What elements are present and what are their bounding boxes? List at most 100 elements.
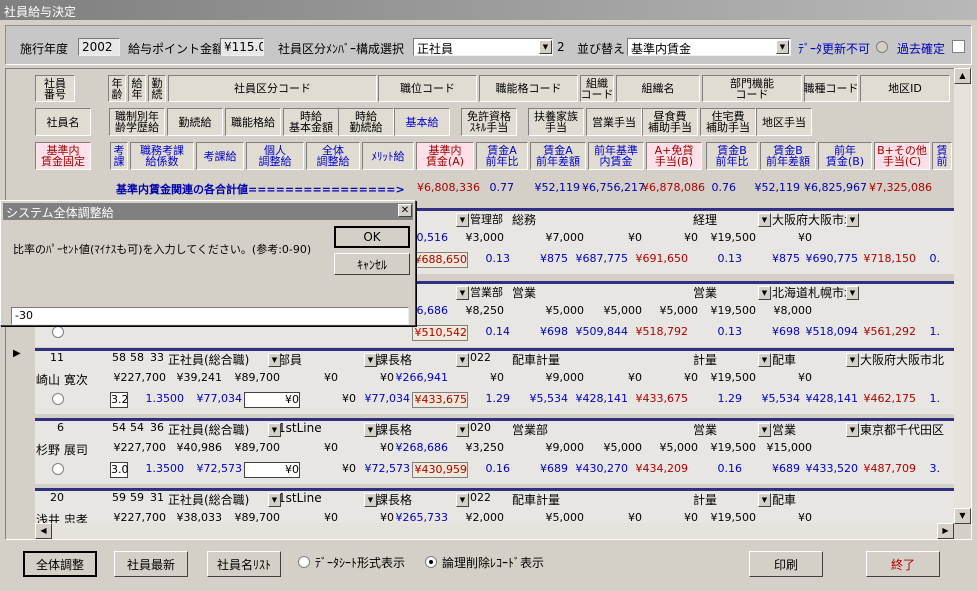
header2-12: 住宅費 補助手当: [700, 108, 756, 136]
record-field3-12: 1.29: [717, 392, 743, 405]
record-field3-3: ¥77,034: [196, 392, 243, 405]
noupdate-radio[interactable]: [876, 41, 888, 53]
dropdown-icon[interactable]: ▼: [758, 213, 771, 227]
record-field3-11: ¥433,675: [635, 392, 689, 405]
header3-4: 考課給: [196, 142, 244, 170]
vertical-scrollbar[interactable]: ▲ ▼: [954, 68, 971, 524]
member-label: 社員区分ﾒﾝﾊﾞｰ構成選択: [278, 42, 405, 56]
dropdown-icon[interactable]: ▼: [846, 423, 859, 437]
member-dropdown-icon[interactable]: ▼: [539, 40, 552, 54]
record-field2-13: ¥0: [798, 231, 812, 244]
record-field3-14: ¥433,520: [805, 462, 859, 475]
header-7: 職能格コード: [479, 75, 578, 102]
dropdown-icon[interactable]: ▼: [846, 286, 859, 300]
dropdown-icon[interactable]: ▼: [758, 286, 771, 300]
header3-6: 全体 調整給: [306, 142, 360, 170]
summary-value: ¥7,325,086: [869, 181, 932, 194]
dropdown-icon[interactable]: ▼: [456, 493, 469, 507]
record-field2-6: ¥0: [380, 441, 394, 454]
scroll-right-icon[interactable]: ▶: [937, 523, 954, 539]
record-field3-2: 1.3500: [145, 462, 185, 475]
dropdown-icon[interactable]: ▼: [364, 353, 377, 367]
dropdown-icon[interactable]: ▼: [268, 493, 281, 507]
dropdown-icon[interactable]: ▼: [758, 353, 771, 367]
cancel-button[interactable]: ｷｬﾝｾﾙ: [334, 253, 410, 275]
scroll-down-icon[interactable]: ▼: [954, 508, 971, 524]
record-field-11: 配車: [772, 493, 797, 507]
record-field3-5: ¥0: [342, 392, 356, 405]
record-field3-4[interactable]: ¥0: [244, 462, 300, 478]
dropdown-icon[interactable]: ▼: [268, 423, 281, 437]
record-field2-10: ¥0: [628, 231, 642, 244]
horizontal-scrollbar[interactable]: ◀ ▶: [35, 523, 954, 539]
summary-value: ¥6,756,217: [582, 181, 645, 194]
record-field-8: 022: [470, 351, 491, 364]
exit-button[interactable]: 終了: [866, 551, 940, 577]
refresh-button[interactable]: 社員最新: [114, 551, 188, 577]
record-field3-5: ¥0: [342, 462, 356, 475]
header3-7: ﾒﾘｯﾄ給: [362, 142, 414, 170]
dropdown-icon[interactable]: ▼: [456, 353, 469, 367]
sheet-radio[interactable]: [298, 556, 310, 568]
record-field3-1[interactable]: 3.0: [110, 462, 129, 478]
record-field3-15: ¥462,175: [863, 392, 917, 405]
dropdown-icon[interactable]: ▼: [364, 423, 377, 437]
record-radio[interactable]: [52, 326, 64, 338]
dropdown-icon[interactable]: ▼: [456, 213, 469, 227]
member-select[interactable]: 正社員: [413, 38, 553, 56]
dropdown-icon[interactable]: ▼: [364, 493, 377, 507]
ok-button[interactable]: OK: [334, 226, 410, 248]
scroll-up-icon[interactable]: ▲: [954, 68, 971, 84]
record-field-11: 北海道札幌市北: [772, 286, 857, 300]
record-field-8: 営業部: [470, 286, 503, 299]
header2-9: 扶養家族 手当: [528, 108, 584, 136]
dropdown-icon[interactable]: ▼: [846, 353, 859, 367]
dropdown-icon[interactable]: ▼: [456, 423, 469, 437]
past-checkbox[interactable]: [952, 40, 965, 53]
record-radio[interactable]: [52, 393, 64, 405]
dropdown-icon[interactable]: ▼: [456, 286, 469, 300]
record-field3-1[interactable]: 3.2: [110, 392, 129, 408]
scroll-left-icon[interactable]: ◀: [35, 523, 52, 539]
dropdown-icon[interactable]: ▼: [758, 423, 771, 437]
record-field-10: 営業: [693, 423, 718, 437]
record-field-2: 54: [112, 421, 126, 434]
record-field3-4[interactable]: ¥0: [244, 392, 300, 408]
dropdown-icon[interactable]: ▼: [758, 493, 771, 507]
header2-13: 地区手当: [756, 108, 812, 136]
record-field-9: 総務: [512, 213, 537, 227]
record-field3-12: 0.16: [717, 462, 743, 475]
record-field3-9: ¥875: [540, 252, 568, 265]
dropdown-icon[interactable]: ▼: [268, 353, 281, 367]
record-field-11: 配車: [772, 353, 797, 367]
point-field[interactable]: ¥115.0: [220, 38, 264, 56]
header2-7: 基本給: [394, 108, 450, 136]
record-field3-9: ¥5,534: [529, 392, 569, 405]
deleted-label: 論理削除ﾚｺｰﾄﾞ表示: [442, 556, 545, 570]
record-field3-9: ¥689: [540, 462, 568, 475]
dialog-message: 比率のﾊﾟｰｾﾝﾄ値(ﾏｲﾅｽも可)を入力してください。(参考:0-90): [13, 243, 312, 256]
sort-select[interactable]: 基準内賃金: [627, 38, 791, 56]
dropdown-icon[interactable]: ▼: [846, 213, 859, 227]
record-radio[interactable]: [52, 463, 64, 475]
record-field-4: 33: [150, 351, 164, 364]
dialog-title: システム全体調整給: [3, 203, 413, 220]
list-button[interactable]: 社員名ﾘｽﾄ: [207, 551, 281, 577]
header-2: 年 齢: [108, 75, 126, 102]
record-field2-10: ¥5,000: [603, 441, 643, 454]
close-icon[interactable]: ✕: [398, 204, 412, 217]
adjust-button[interactable]: 全体調整: [23, 551, 97, 577]
record-field3-13: ¥689: [772, 462, 800, 475]
header3-13: 賃金B 前年比: [706, 142, 758, 170]
print-button[interactable]: 印刷: [749, 551, 823, 577]
percent-input[interactable]: -30: [11, 307, 409, 325]
year-field[interactable]: 2002: [78, 38, 120, 56]
header-1: 社員 番号: [35, 75, 75, 102]
sort-dropdown-icon[interactable]: ▼: [776, 40, 789, 54]
header2-2: 職制別年 齢学歴給: [109, 108, 165, 136]
record-field2-13: ¥8,000: [773, 304, 813, 317]
deleted-radio[interactable]: [425, 556, 437, 568]
year-label: 施行年度: [20, 42, 69, 56]
header2-8: 免許資格 ｽｷﾙ手当: [461, 108, 517, 136]
record-field-8: 020: [470, 421, 491, 434]
